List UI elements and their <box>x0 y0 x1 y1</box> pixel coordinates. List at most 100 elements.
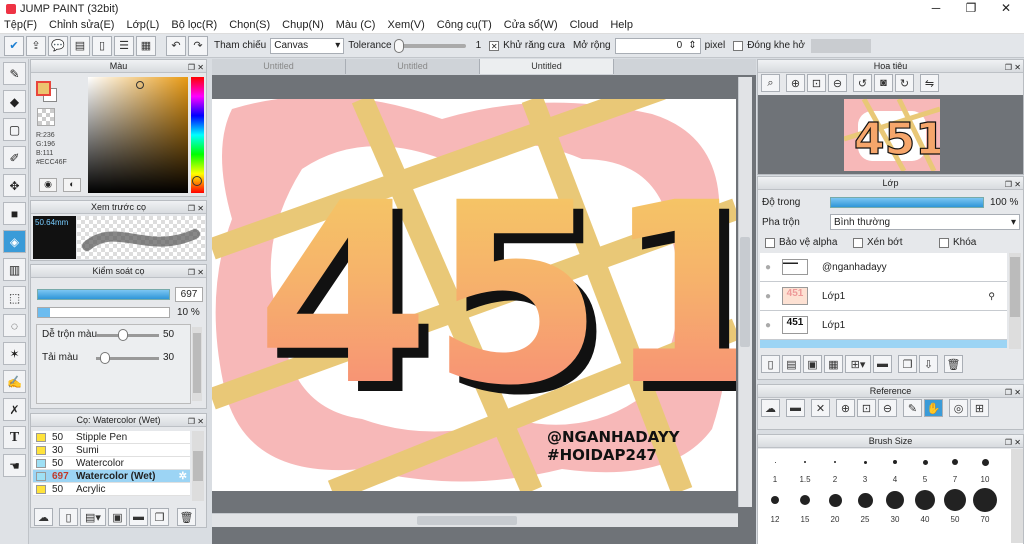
settings-icon[interactable]: ✲ <box>179 471 187 482</box>
new-text-layer-icon[interactable]: ▦ <box>824 355 843 373</box>
zoom-in-icon[interactable]: ⊕ <box>786 74 805 92</box>
panel-close-icon[interactable]: ❐ ✕ <box>188 266 204 279</box>
panel-close-icon[interactable]: ❐ ✕ <box>188 415 204 428</box>
hue-slider[interactable] <box>191 77 204 193</box>
pen-tool-icon[interactable]: ✐ <box>3 146 26 169</box>
menu-view[interactable]: Xem(V) <box>387 19 424 31</box>
new-raster-layer-icon[interactable]: ▤ <box>782 355 801 373</box>
zoom-out-icon[interactable]: ⊖ <box>828 74 847 92</box>
brush-tool-icon[interactable]: ✎ <box>3 62 26 85</box>
eyedropper-icon[interactable]: ◉ <box>39 178 57 192</box>
reference-eyedropper-icon[interactable]: ✎ <box>903 399 922 417</box>
copy-icon[interactable]: ❐ <box>150 508 169 526</box>
brush-menu-icon[interactable]: ▤▾ <box>80 508 106 526</box>
tab-untitled-2[interactable]: Untitled <box>346 59 480 74</box>
layer-row[interactable]: ● 451 Lớp1 ⚲ <box>760 282 1007 311</box>
panel-close-icon[interactable]: ❐ ✕ <box>188 61 204 74</box>
eraser-tool-icon[interactable]: ◆ <box>3 90 26 113</box>
panel-close-icon[interactable]: ❐ ✕ <box>1005 178 1021 191</box>
menu-select[interactable]: Chọn(S) <box>229 19 270 31</box>
brush-properties-icon[interactable]: ▣ <box>108 508 127 526</box>
minimize-button[interactable]: ─ <box>920 0 952 17</box>
fill-rect-tool-icon[interactable]: ■ <box>3 202 26 225</box>
size-dot[interactable] <box>970 458 1000 466</box>
lock-checkbox[interactable] <box>939 238 949 248</box>
canvas-vertical-scrollbar[interactable] <box>738 77 752 507</box>
lasso-tool-icon[interactable]: ◌ <box>3 314 26 337</box>
visibility-icon[interactable]: ● <box>760 262 776 273</box>
size-dot[interactable] <box>760 496 790 504</box>
panel-close-icon[interactable]: ❐ ✕ <box>1005 436 1021 449</box>
layer-row[interactable]: ● ▬▬▬ @nganhadayy <box>760 253 1007 282</box>
menu-cloud[interactable]: Cloud <box>570 19 599 31</box>
menu-edit[interactable]: Chỉnh sửa(E) <box>49 19 114 31</box>
brush-size-scrollbar[interactable] <box>1011 449 1023 543</box>
brush-item[interactable]: 50 Watercolor <box>33 457 190 470</box>
blend-mode-select[interactable]: Bình thường ▾ <box>830 214 1020 230</box>
size-dot[interactable] <box>880 460 910 464</box>
brush-size-slider[interactable] <box>37 289 170 300</box>
layer-merge-icon[interactable]: ⇩ <box>919 355 938 373</box>
message-icon[interactable]: ▤ <box>70 35 90 56</box>
visibility-icon[interactable]: ● <box>760 291 776 302</box>
size-dot[interactable] <box>850 460 880 464</box>
menu-help[interactable]: Help <box>610 19 633 31</box>
reference-fit-icon[interactable]: ⊡ <box>857 399 876 417</box>
navigator-preview[interactable]: 451 <box>758 95 1023 174</box>
layer-add-menu-icon[interactable]: ⊞▾ <box>845 355 871 373</box>
maximize-button[interactable]: ❐ <box>955 0 987 17</box>
hand-tool-icon[interactable]: ☚ <box>3 454 26 477</box>
brush-item[interactable]: 50 Acrylic <box>33 483 190 496</box>
clip-checkbox[interactable] <box>853 238 863 248</box>
grid-icon[interactable]: ▦ <box>136 35 156 56</box>
reference-zoom-in-icon[interactable]: ⊕ <box>836 399 855 417</box>
layer-row[interactable]: ● 451 Lớp1 <box>760 311 1007 340</box>
size-dot[interactable] <box>820 461 850 463</box>
antialias-checkbox[interactable]: ✕ <box>489 40 500 51</box>
foreground-color-swatch[interactable] <box>36 81 51 96</box>
reference-open-icon[interactable]: ▬ <box>786 399 805 417</box>
panel-close-icon[interactable]: ❐ ✕ <box>1005 386 1021 399</box>
redo-icon[interactable]: ↷ <box>188 35 208 56</box>
text-tool-icon[interactable]: T <box>3 426 26 449</box>
undo-icon[interactable]: ↶ <box>166 35 186 56</box>
bucket-tool-icon[interactable]: ◈ <box>3 230 26 253</box>
flip-icon[interactable]: ⇋ <box>920 74 939 92</box>
tab-untitled-1[interactable]: Untitled <box>212 59 346 74</box>
load-slider[interactable] <box>96 352 159 364</box>
size-dot[interactable] <box>970 488 1000 512</box>
close-gap-input[interactable] <box>810 38 871 53</box>
new-layer-from-icon[interactable]: ▣ <box>803 355 822 373</box>
menu-capture[interactable]: Chụp(N) <box>282 19 324 31</box>
delete-icon[interactable]: 🗑 <box>177 508 196 526</box>
size-dot[interactable] <box>820 493 850 507</box>
select-rect-tool-icon[interactable]: ⬚ <box>3 286 26 309</box>
reference-select[interactable]: Canvas ▾ <box>270 37 345 54</box>
size-dot[interactable] <box>880 491 910 509</box>
move-tool-icon[interactable]: ✥ <box>3 174 26 197</box>
reference-grid-icon[interactable]: ⊞ <box>970 399 989 417</box>
reference-cloud-icon[interactable]: ☁ <box>761 399 780 417</box>
list-icon[interactable]: ☰ <box>114 35 134 56</box>
menu-file[interactable]: Tệp(F) <box>4 19 37 31</box>
reference-rotate-icon[interactable]: ◎ <box>949 399 968 417</box>
size-dot[interactable] <box>850 492 880 508</box>
layer-opacity-slider[interactable] <box>830 197 984 208</box>
rotate-left-icon[interactable]: ↺ <box>853 74 872 92</box>
new-brush-icon[interactable]: ▯ <box>59 508 78 526</box>
size-dot[interactable] <box>910 459 940 465</box>
reference-close-icon[interactable]: ✕ <box>811 399 830 417</box>
expand-input[interactable]: 0 ⇕ <box>614 37 701 54</box>
menu-window[interactable]: Cửa sổ(W) <box>504 19 558 31</box>
menu-layer[interactable]: Lớp(L) <box>126 19 159 31</box>
zoom-actual-icon[interactable]: ⊡ <box>807 74 826 92</box>
gradient-tool-icon[interactable]: ▥ <box>3 258 26 281</box>
rotate-reset-icon[interactable]: ◙ <box>874 74 893 92</box>
panel-close-icon[interactable]: ❐ ✕ <box>1005 61 1021 74</box>
check-icon[interactable]: ✔ <box>4 35 24 56</box>
export-icon[interactable]: ⇪ <box>26 35 46 56</box>
size-dot[interactable] <box>940 459 970 465</box>
artboard[interactable]: 451 451 @NGANHADAYY #HOIDAP247 <box>212 99 736 491</box>
brush-control-scrollbar[interactable] <box>192 327 202 401</box>
layer-copy-icon[interactable]: ❐ <box>898 355 917 373</box>
